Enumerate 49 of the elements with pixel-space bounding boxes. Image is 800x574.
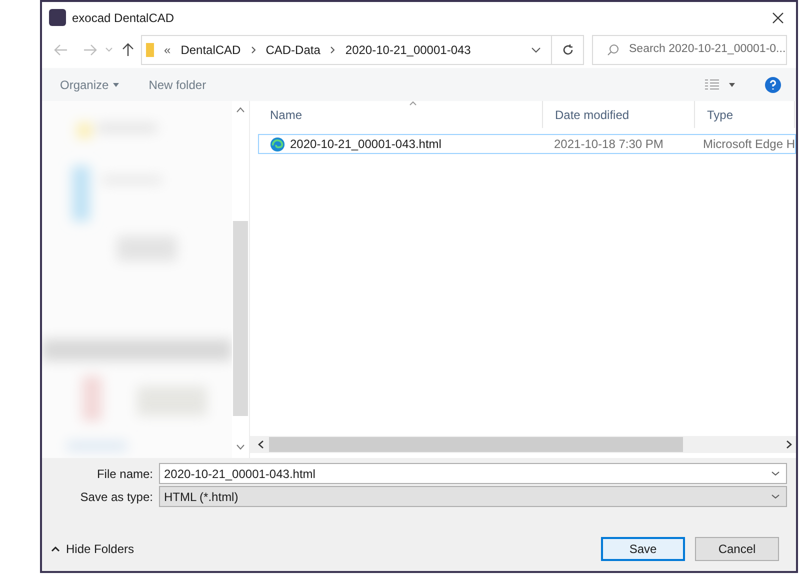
close-icon[interactable] [772,12,784,24]
caret-up-icon [51,546,60,552]
column-header[interactable]: Date modified [543,101,695,128]
caret-icon[interactable] [729,82,735,86]
scroll-right-icon[interactable] [786,440,792,449]
help-icon[interactable] [765,76,781,92]
field-label: Save as type: [79,488,154,506]
hide-folders-button[interactable]: Hide Folders [51,540,134,558]
cancel-button[interactable]: Cancel [695,537,779,561]
view-options-icon[interactable] [705,78,719,90]
app-icon [49,9,66,26]
file-type: Microsoft Edge H [703,136,796,153]
scrollbar-thumb[interactable] [233,221,248,416]
chevron-down-icon[interactable] [771,494,780,499]
breadcrumb[interactable]: CAD-Data [266,41,320,59]
search-field[interactable]: Search 2020-10-21_00001-0... [592,35,787,65]
new-folder-button[interactable]: New folder [148,76,206,94]
window-title: exocad DentalCAD [72,10,174,26]
up-arrow-icon[interactable] [122,43,134,57]
file-row[interactable]: 2020-10-21_00001-043.html 2021-10-18 7:30 PM Microsoft Edge H [258,134,796,154]
field-label: File name: [96,466,154,482]
file-name-field[interactable]: 2020-10-21_00001-043.html [159,463,787,484]
scrollbar-thumb[interactable] [269,437,683,452]
folder-icon [146,43,154,57]
column-header[interactable]: Name [258,101,543,128]
scroll-up-icon[interactable] [236,107,245,113]
organize-button[interactable]: Organize [60,76,119,94]
save-as-type-dropdown[interactable]: HTML (*.html) [159,486,787,507]
refresh-button[interactable] [552,35,584,65]
date-modified: 2021-10-18 7:30 PM [554,136,664,153]
chevron-right-icon[interactable] [330,46,336,54]
scroll-down-icon[interactable] [236,444,245,450]
overflow-chevron[interactable]: « [164,41,171,59]
chevron-down-icon[interactable] [531,47,541,53]
column-header[interactable]: Type [695,101,795,128]
sort-caret-icon [409,101,417,106]
caret-icon [112,82,119,86]
file-icon [270,136,285,152]
search-icon [607,44,619,56]
chevron-right-icon[interactable] [250,46,256,54]
address-bar[interactable]: « DentalCAD CAD-Data 2020-10-21_00001-043 [141,35,552,65]
refresh-icon [562,44,574,56]
file-name: 2020-10-21_00001-043.html [290,136,442,153]
chevron-down-icon[interactable] [771,471,780,476]
breadcrumb[interactable]: DentalCAD [180,41,241,59]
scroll-left-icon[interactable] [258,440,264,449]
save-button[interactable]: Save [601,537,685,561]
search-placeholder: Search 2020-10-21_00001-0... [629,42,786,58]
breadcrumb[interactable]: 2020-10-21_00001-043 [345,41,471,59]
